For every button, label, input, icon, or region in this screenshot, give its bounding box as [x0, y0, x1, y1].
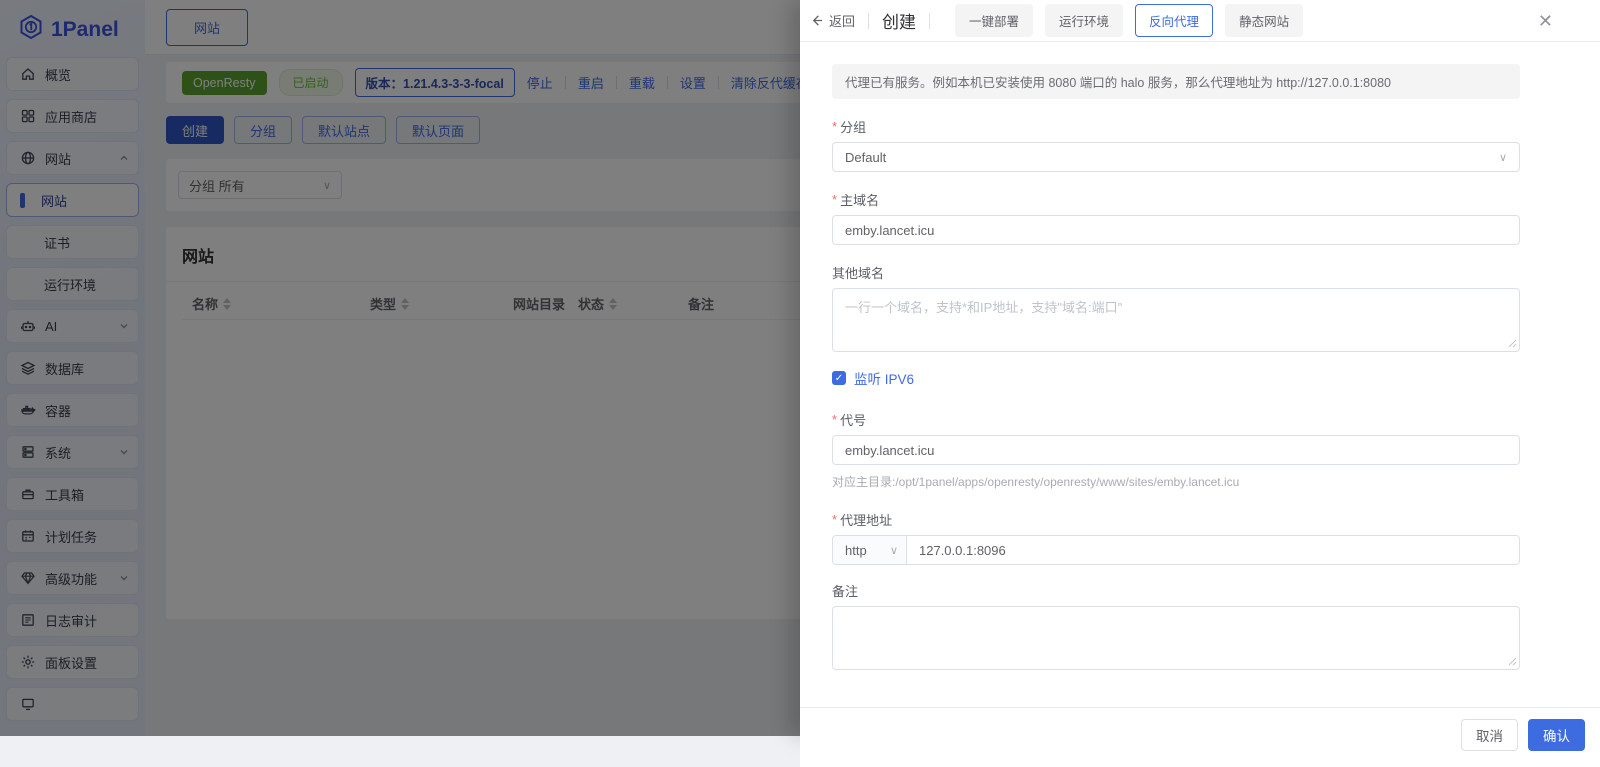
- required-asterisk: *: [832, 512, 837, 527]
- resize-grip-icon[interactable]: [1508, 339, 1517, 348]
- chevron-down-icon: ∨: [890, 544, 898, 557]
- remark-wrap: [832, 606, 1520, 670]
- alias-help-text: 对应主目录:/opt/1panel/apps/openresty/openres…: [832, 473, 1520, 490]
- required-asterisk: *: [832, 119, 837, 134]
- divider: [868, 13, 869, 29]
- close-icon[interactable]: ✕: [1538, 12, 1553, 30]
- back-button[interactable]: 返回: [810, 11, 855, 30]
- drawer-header: 返回 创建 一键部署 运行环境 反向代理 静态网站 ✕: [800, 0, 1600, 42]
- divider: [929, 13, 930, 29]
- tab-runtime[interactable]: 运行环境: [1045, 4, 1123, 37]
- primary-domain-label: * 主域名: [832, 190, 1520, 209]
- ipv6-label: 监听 IPV6: [854, 368, 914, 388]
- chevron-down-icon: ∨: [1499, 151, 1507, 164]
- confirm-button[interactable]: 确认: [1528, 719, 1585, 751]
- arrow-left-icon: [810, 14, 823, 27]
- group-select-value: Default: [845, 150, 886, 165]
- drawer-footer: 取消 确认: [800, 707, 1600, 767]
- drawer-body: 代理已有服务。例如本机已安装使用 8080 端口的 halo 服务，那么代理地址…: [800, 42, 1600, 707]
- tab-reverse-proxy[interactable]: 反向代理: [1135, 4, 1213, 37]
- info-alert: 代理已有服务。例如本机已安装使用 8080 端口的 halo 服务，那么代理地址…: [832, 64, 1520, 99]
- required-asterisk: *: [832, 192, 837, 207]
- resize-grip-icon[interactable]: [1508, 657, 1517, 666]
- other-domains-label: 其他域名: [832, 263, 1520, 282]
- proxy-address-group: http ∨: [832, 535, 1520, 565]
- tab-one-click-deploy[interactable]: 一键部署: [955, 4, 1033, 37]
- group-select[interactable]: Default ∨: [832, 142, 1520, 172]
- create-website-drawer: 返回 创建 一键部署 运行环境 反向代理 静态网站 ✕ 代理已有服务。例如本机已…: [800, 0, 1600, 736]
- proxy-address-input[interactable]: [907, 536, 1519, 564]
- tab-static-site[interactable]: 静态网站: [1225, 4, 1303, 37]
- ipv6-checkbox-row[interactable]: ✓ 监听 IPV6: [832, 368, 1520, 388]
- proxy-address-label: * 代理地址: [832, 510, 1520, 529]
- cancel-button[interactable]: 取消: [1461, 719, 1518, 751]
- protocol-select[interactable]: http ∨: [833, 536, 907, 564]
- protocol-value: http: [845, 543, 867, 558]
- remark-label: 备注: [832, 581, 1520, 600]
- required-asterisk: *: [832, 412, 837, 427]
- other-domains-wrap: [832, 288, 1520, 352]
- checkbox-checked-icon[interactable]: ✓: [832, 371, 846, 385]
- primary-domain-input[interactable]: [832, 215, 1520, 245]
- alias-input[interactable]: [832, 435, 1520, 465]
- remark-textarea[interactable]: [832, 606, 1520, 670]
- group-field-label: * 分组: [832, 117, 1520, 136]
- alias-label: * 代号: [832, 410, 1520, 429]
- other-domains-textarea[interactable]: [832, 288, 1520, 352]
- drawer-title: 创建: [882, 8, 916, 33]
